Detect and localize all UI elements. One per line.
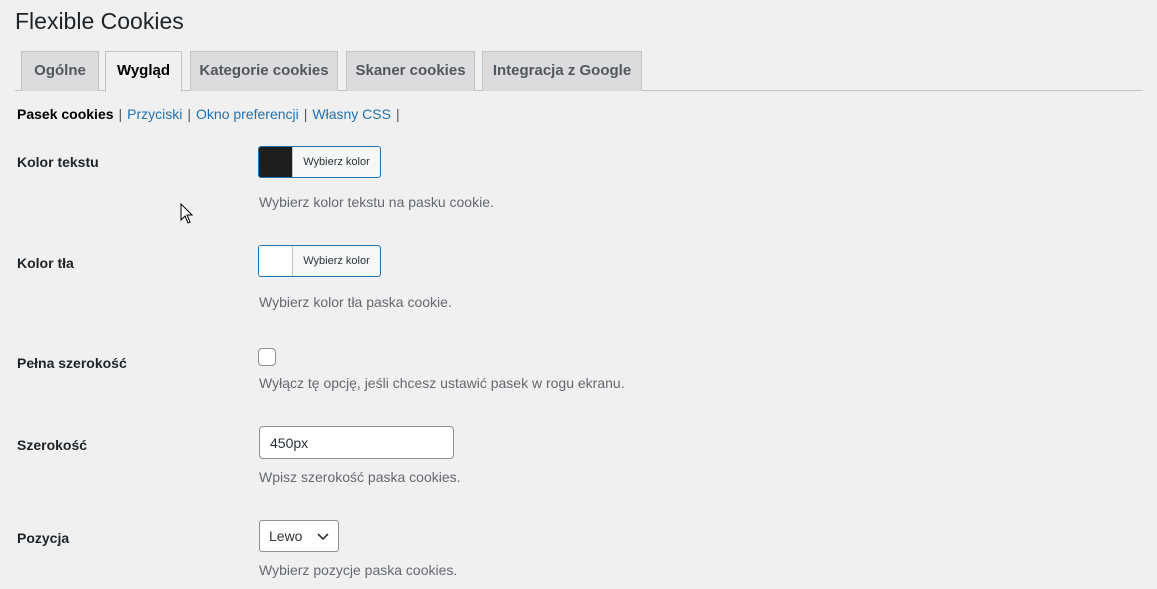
bg-color-picker-button[interactable]: Wybierz kolor [258,245,381,277]
subnav-separator: | [395,106,400,122]
tab-ogolne[interactable]: Ogólne [21,51,99,91]
settings-page: Flexible Cookies Ogólne Wygląd Kategorie… [0,0,1157,589]
width-input[interactable] [259,426,454,459]
subnav-link-okno-preferencji[interactable]: Okno preferencji [196,106,299,122]
position-label: Pozycja [17,530,70,546]
position-select-value: Lewo [269,528,303,544]
subnav-current: Pasek cookies [17,106,114,122]
chevron-down-icon [317,533,329,541]
subnav-link-wlasny-css[interactable]: Własny CSS [312,106,391,122]
position-description: Wybierz pozycje paska cookies. [259,562,458,578]
full-width-label: Pełna szerokość [17,355,127,371]
tab-skaner-cookies[interactable]: Skaner cookies [346,51,475,91]
text-color-button-label: Wybierz kolor [303,156,370,168]
bg-color-description: Wybierz kolor tła paska cookie. [259,294,452,310]
subnav-separator: | [187,106,192,122]
tab-wyglad[interactable]: Wygląd [105,51,182,92]
width-label: Szerokość [17,437,88,453]
nav-tabs: Ogólne Wygląd Kategorie cookies Skaner c… [15,51,1143,92]
mouse-pointer-icon [180,203,194,224]
position-select[interactable]: Lewo [259,520,339,552]
width-description: Wpisz szerokość paska cookies. [259,469,461,485]
bg-color-label: Kolor tła [17,255,74,271]
page-title: Flexible Cookies [15,8,184,34]
subnav-link-przyciski[interactable]: Przyciski [127,106,182,122]
text-color-swatch [259,147,293,177]
tab-kategorie-cookies[interactable]: Kategorie cookies [190,51,338,91]
tab-integracja-z-google[interactable]: Integracja z Google [482,51,642,91]
text-color-label: Kolor tekstu [17,154,99,170]
subnav-separator: | [303,106,308,122]
text-color-description: Wybierz kolor tekstu na pasku cookie. [259,194,494,210]
full-width-checkbox[interactable] [258,348,276,366]
bg-color-button-label: Wybierz kolor [303,255,370,267]
text-color-picker-button[interactable]: Wybierz kolor [258,146,381,178]
subnav-separator: | [118,106,123,122]
full-width-description: Wyłącz tę opcję, jeśli chcesz ustawić pa… [259,375,625,391]
bg-color-swatch [259,246,293,276]
subnav: Pasek cookies | Przyciski | Okno preferencji… [17,104,405,124]
